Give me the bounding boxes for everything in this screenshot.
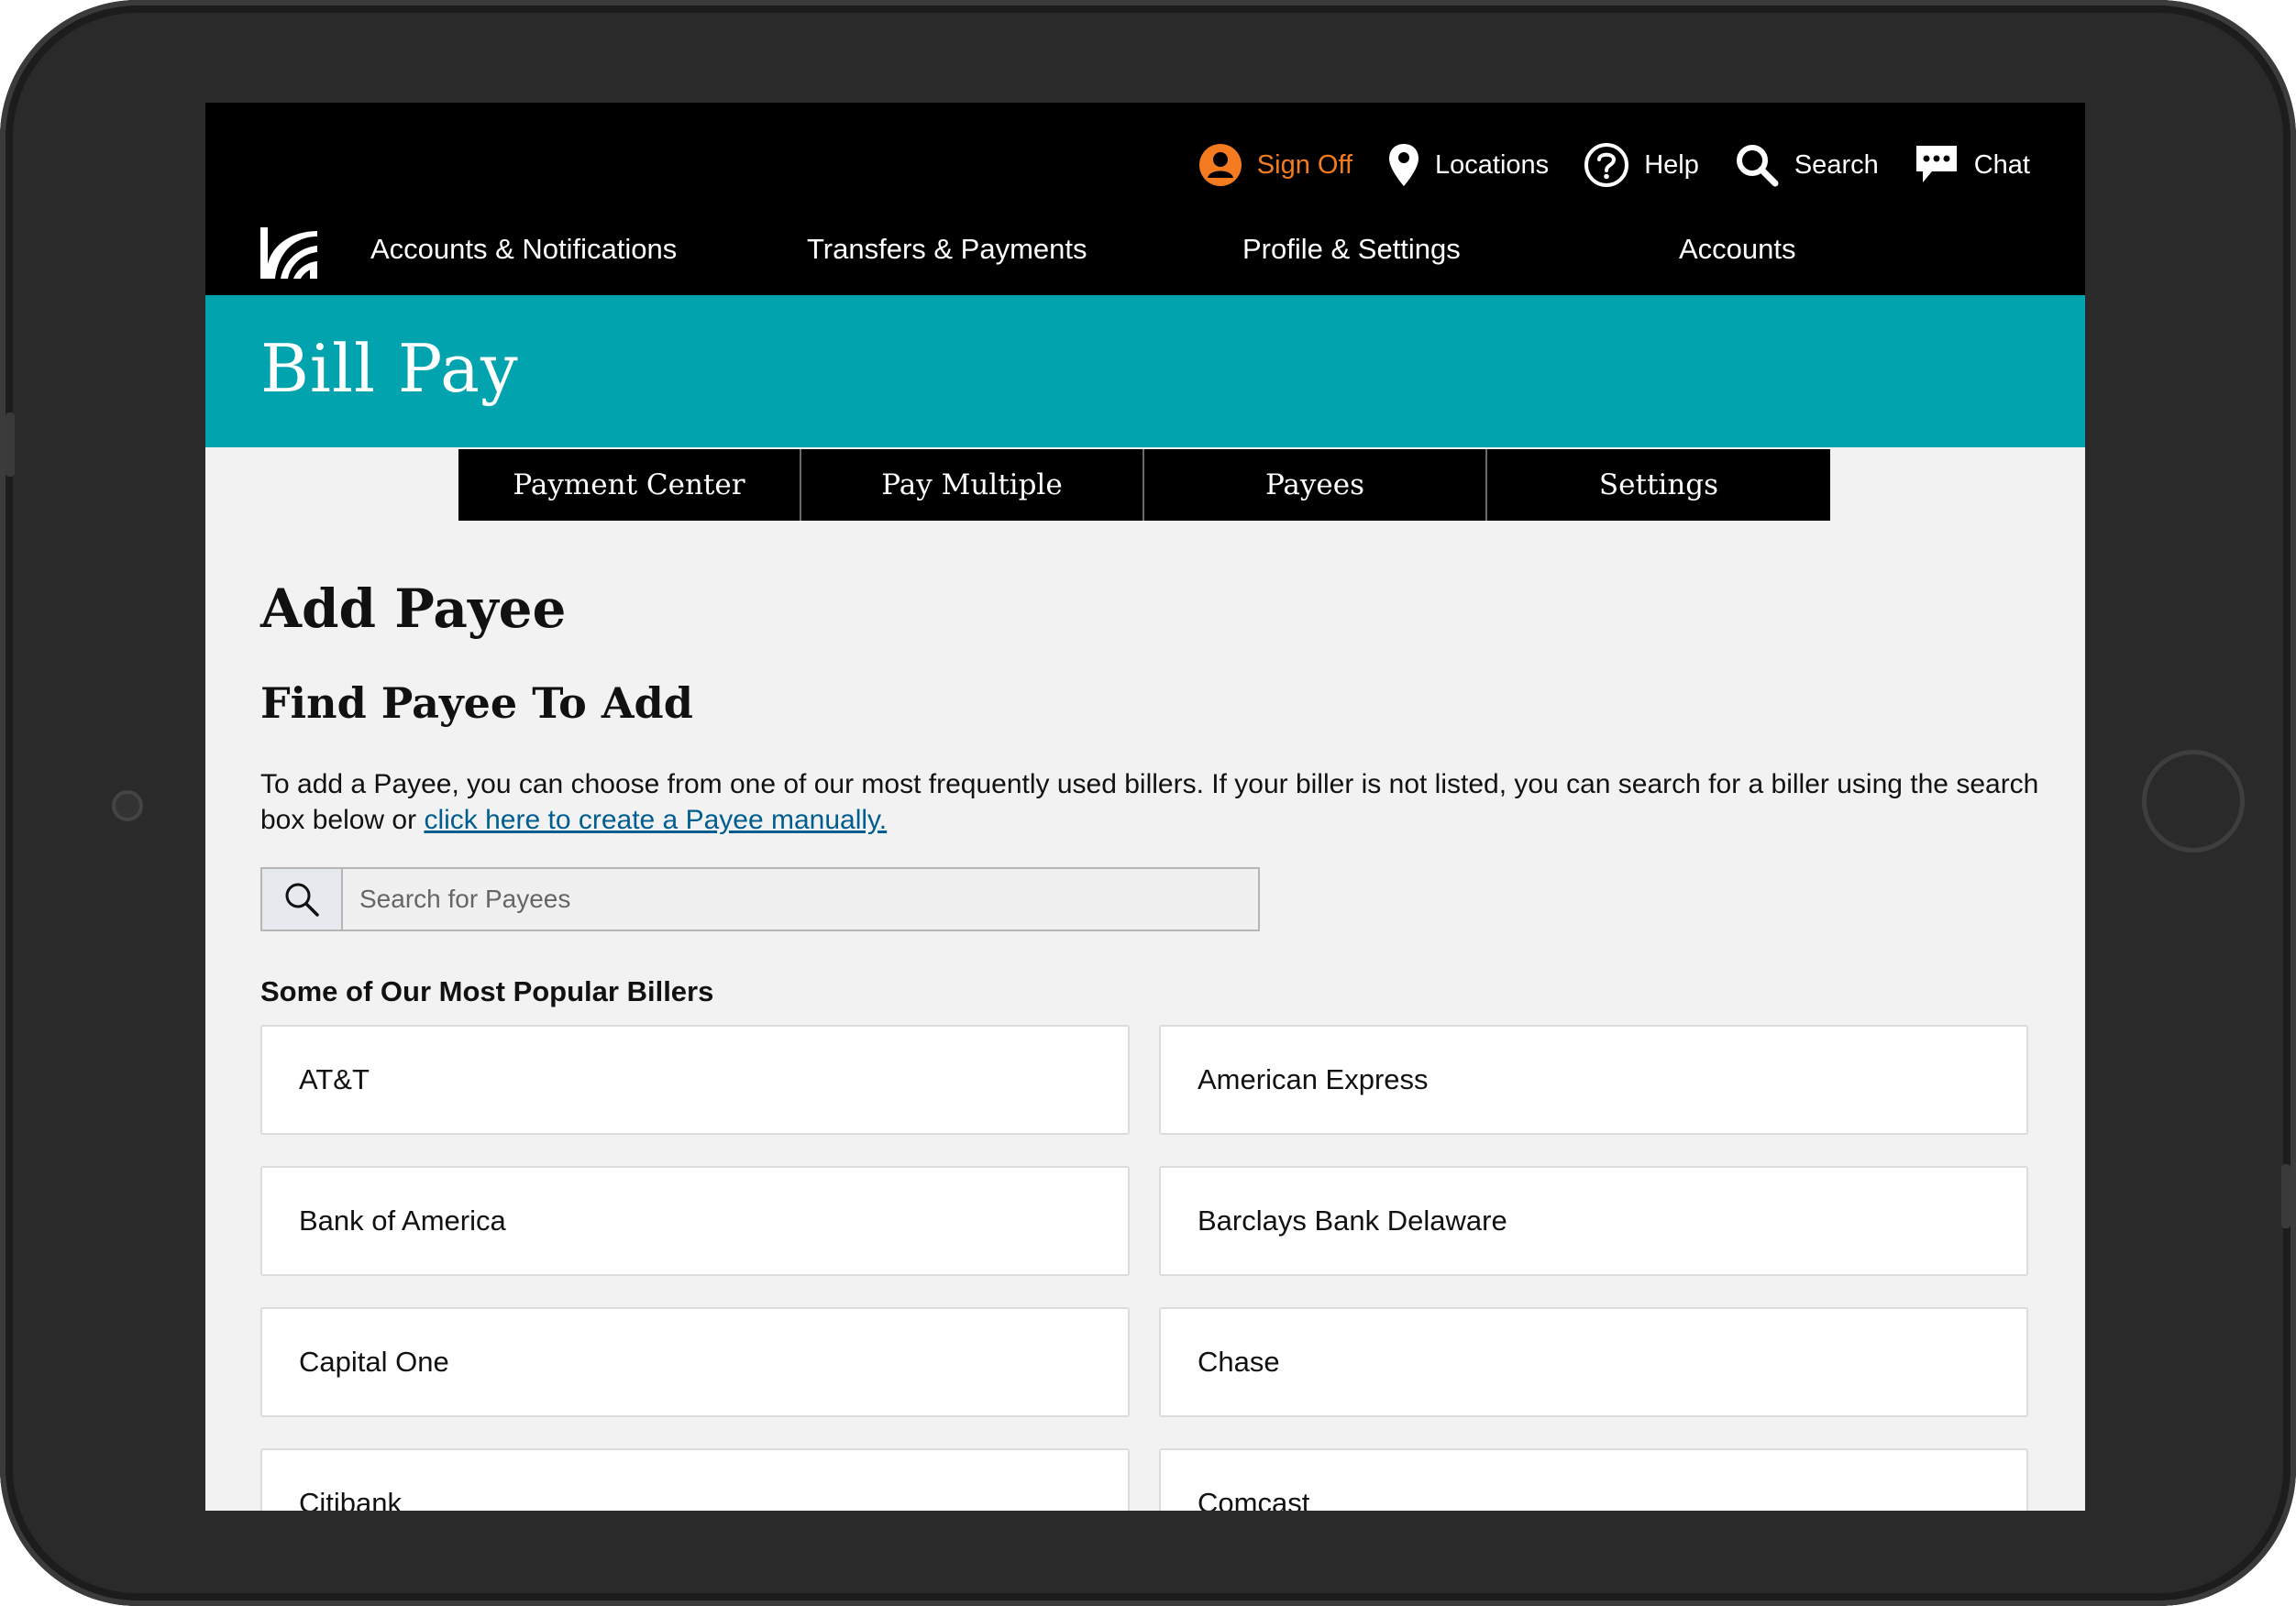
tablet-side-button [6,412,15,477]
chat-label: Chat [1973,149,2030,180]
biller-card[interactable]: Bank of America [260,1166,1130,1276]
page-banner: Bill Pay [205,295,2085,447]
intro-text: To add a Payee, you can choose from one … [260,766,2058,838]
nav-accounts[interactable]: Accounts [1679,233,1796,266]
biller-card[interactable]: Comcast [1159,1448,2028,1511]
utility-nav: Sign Off Locations Help Search Chat [1164,138,2030,192]
search-icon [285,883,319,917]
create-payee-manually-link[interactable]: click here to create a Payee manually. [424,805,887,835]
tab-settings[interactable]: Settings [1487,449,1830,521]
chat-link[interactable]: Chat [1914,142,2030,188]
sign-off-label: Sign Off [1256,149,1353,180]
search-icon [1736,145,1779,187]
bill-pay-tabs: Payment Center Pay Multiple Payees Setti… [458,449,1830,521]
biller-card[interactable]: Citibank [260,1448,1130,1511]
popular-billers-title: Some of Our Most Popular Billers [260,975,714,1007]
help-link[interactable]: Help [1584,142,1699,188]
tab-payment-center[interactable]: Payment Center [458,449,801,521]
screen: Sign Off Locations Help Search Chat Acco… [205,103,2085,1511]
tablet-frame: Sign Off Locations Help Search Chat Acco… [0,0,2296,1606]
locations-label: Locations [1435,149,1550,180]
user-icon [1198,144,1242,186]
nav-accounts-notifications[interactable]: Accounts & Notifications [370,233,677,266]
search-link[interactable]: Search [1734,142,1879,188]
home-button[interactable] [2142,750,2245,852]
location-pin-icon [1389,144,1419,186]
main-nav: Accounts & Notifications Transfers & Pay… [205,233,2085,284]
popular-billers-list: AT&T American Express Bank of America Ba… [260,1025,2028,1511]
locations-link[interactable]: Locations [1387,142,1549,188]
biller-card[interactable]: AT&T [260,1025,1130,1135]
site-header: Sign Off Locations Help Search Chat Acco… [205,103,2085,295]
biller-card[interactable]: Chase [1159,1307,2028,1417]
sign-off-link[interactable]: Sign Off [1198,143,1352,187]
tab-payees[interactable]: Payees [1144,449,1487,521]
section-title: Find Payee To Add [260,678,693,728]
camera-icon [112,790,143,821]
help-icon [1584,143,1629,187]
page-title: Add Payee [260,578,567,640]
biller-card[interactable]: Capital One [260,1307,1130,1417]
tab-pay-multiple[interactable]: Pay Multiple [801,449,1144,521]
payee-search-input[interactable] [343,869,1258,930]
nav-profile-settings[interactable]: Profile & Settings [1242,233,1461,266]
nav-transfers-payments[interactable]: Transfers & Payments [807,233,1087,266]
chat-icon [1915,146,1957,182]
banner-title: Bill Pay [260,330,519,407]
tablet-side-button [2281,1164,2290,1228]
biller-card[interactable]: American Express [1159,1025,2028,1135]
help-label: Help [1644,149,1699,180]
search-label: Search [1794,149,1879,180]
payee-search-button[interactable] [262,869,343,930]
biller-card[interactable]: Barclays Bank Delaware [1159,1166,2028,1276]
payee-search [260,867,1260,931]
